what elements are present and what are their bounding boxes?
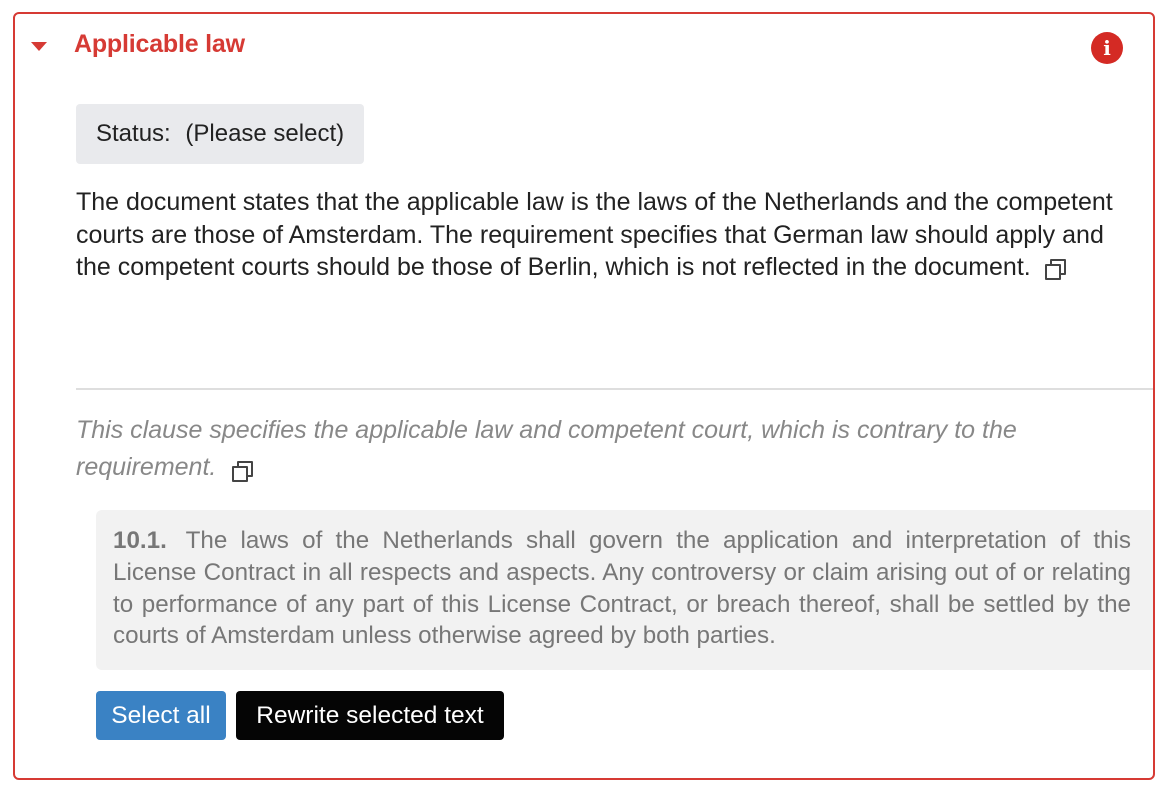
reason-text: This clause specifies the applicable law… xyxy=(76,416,1017,481)
copy-icon[interactable] xyxy=(1044,259,1066,280)
clause-quote[interactable]: 10.1. The laws of the Netherlands shall … xyxy=(96,510,1153,670)
status-value: (Please select) xyxy=(185,120,345,147)
status-select[interactable]: Status: (Please select) xyxy=(76,104,365,164)
summary-text-block: The document states that the applicable … xyxy=(76,186,1136,284)
caret-down-icon[interactable] xyxy=(31,42,47,51)
summary-text: The document states that the applicable … xyxy=(76,188,1113,281)
card-header[interactable]: Applicable law i xyxy=(15,14,1153,82)
divider xyxy=(76,388,1153,390)
reason-text-block: This clause specifies the applicable law… xyxy=(76,412,1116,486)
copy-icon[interactable] xyxy=(232,461,254,482)
status-label: Status: xyxy=(96,120,171,147)
select-all-button[interactable]: Select all xyxy=(96,691,226,740)
section-title: Applicable law xyxy=(74,30,245,58)
info-icon[interactable]: i xyxy=(1091,32,1123,64)
clause-number: 10.1. xyxy=(113,527,167,554)
rewrite-selected-text-button[interactable]: Rewrite selected text xyxy=(236,691,504,740)
clause-text: The laws of the Netherlands shall govern… xyxy=(113,527,1131,650)
applicable-law-card: Applicable law i Status: (Please select)… xyxy=(13,12,1155,780)
